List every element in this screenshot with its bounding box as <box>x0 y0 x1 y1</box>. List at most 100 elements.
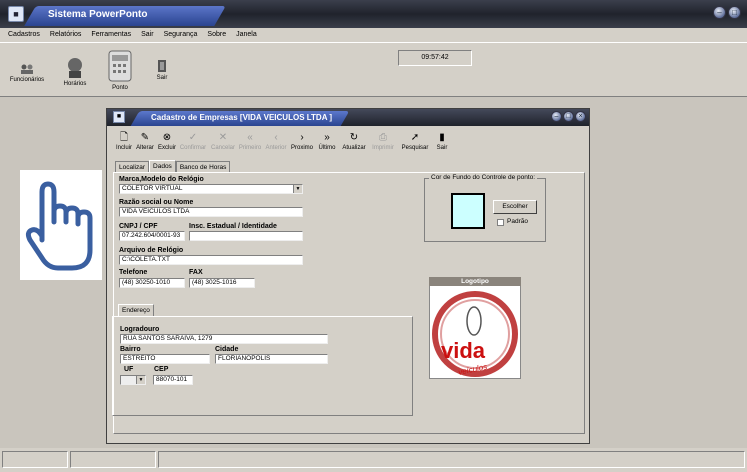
cor-fundo-title: Cor de Fundo do Controle de ponto: <box>429 174 538 181</box>
cidade-input[interactable]: FLORIANOPOLIS <box>215 354 328 364</box>
fax-input[interactable]: (48) 3025-1016 <box>189 278 255 288</box>
child-title-bar: ■ Cadastro de Empresas [VIDA VEICULOS LT… <box>107 109 589 126</box>
inscricao-label: Insc. Estadual / Identidade <box>189 223 277 230</box>
cancelar-button[interactable]: ✕ Cancelar <box>209 131 237 151</box>
people-icon <box>21 64 33 74</box>
bairro-input[interactable]: ESTREITO <box>120 354 210 364</box>
fax-label: FAX <box>189 269 203 276</box>
ponto-label: Ponto <box>112 85 128 91</box>
new-document-icon: 🗋 <box>119 132 129 143</box>
ponto-button[interactable]: Ponto <box>102 49 138 91</box>
app-title: Sistema PowerPonto <box>48 9 148 20</box>
cep-label: CEP <box>154 366 169 373</box>
proximo-button[interactable]: › Proximo <box>289 131 315 151</box>
next-record-icon: › <box>300 132 304 143</box>
status-panel-2 <box>70 451 156 468</box>
printer-icon: ⎙ <box>379 132 387 143</box>
menu-cadastros[interactable]: Cadastros <box>8 28 40 42</box>
escolher-button[interactable]: Escolher <box>493 200 537 214</box>
cancel-x-icon: ✕ <box>218 132 228 143</box>
color-swatch <box>451 193 485 229</box>
child-maximize-icon[interactable]: □ <box>563 111 574 122</box>
child-minimize-icon[interactable]: – <box>551 111 562 122</box>
child-system-icon[interactable]: ■ <box>113 111 125 123</box>
last-record-icon: » <box>324 132 330 143</box>
inscricao-input[interactable] <box>189 231 303 241</box>
menu-janela[interactable]: Janela <box>236 28 257 42</box>
atualizar-button[interactable]: ↻ Atualizar <box>339 131 369 151</box>
refresh-icon: ↻ <box>349 132 359 143</box>
razao-label: Razão social ou Nome <box>119 199 194 206</box>
chevron-down-icon[interactable]: ▼ <box>136 376 145 384</box>
menu-seguranca[interactable]: Segurança <box>164 28 198 42</box>
record-toolbar: 🗋 Incluir ✎ Alterar ⊗ Excluir ✓ Confirmar ✕ C… <box>115 131 585 161</box>
menu-bar: Cadastros Relatórios Ferramentas Sair Se… <box>0 28 747 42</box>
uf-label: UF <box>124 366 134 373</box>
delete-icon: ⊗ <box>162 132 172 143</box>
uf-select[interactable]: ▼ <box>120 375 146 385</box>
app-system-icon[interactable]: ■ <box>8 6 24 22</box>
ultimo-button[interactable]: » Último <box>315 131 339 151</box>
pointing-hand-icon <box>25 181 93 271</box>
status-panel-3 <box>158 451 745 468</box>
excluir-button[interactable]: ⊗ Excluir <box>157 131 177 151</box>
menu-ferramentas[interactable]: Ferramentas <box>91 28 131 42</box>
time-clock-machine-icon <box>108 50 132 82</box>
first-record-icon: « <box>247 132 253 143</box>
primeiro-button[interactable]: «Primeiro <box>237 131 263 151</box>
search-icon: ➚ <box>410 132 420 143</box>
alterar-button[interactable]: ✎ Alterar <box>135 131 155 151</box>
clock-figure-icon <box>68 58 82 78</box>
incluir-button[interactable]: 🗋 Incluir <box>115 131 133 151</box>
clock-display: 09:57:42 <box>398 50 472 66</box>
marca-label: Marca,Modelo do Relógio <box>119 176 204 183</box>
exit-door-icon <box>158 60 166 72</box>
razao-input[interactable]: VIDA VEICULOS LTDA <box>119 207 303 217</box>
main-toolbar: Funcionários Horários Ponto Sair <box>0 42 747 94</box>
arquivo-label: Arquivo de Relógio <box>119 247 184 254</box>
previous-record-icon: ‹ <box>274 132 278 143</box>
cnpj-label: CNPJ / CPF <box>119 223 158 230</box>
logradouro-input[interactable]: RUA SANTOS SARAIVA, 1279 <box>120 334 328 344</box>
logradouro-label: Logradouro <box>120 326 160 333</box>
arquivo-input[interactable]: C:\COLETA.TXT <box>119 255 303 265</box>
anterior-button[interactable]: ‹ Anterior <box>263 131 289 151</box>
exit-door-icon: ▮ <box>439 132 445 143</box>
bairro-label: Bairro <box>120 346 141 353</box>
cidade-label: Cidade <box>215 346 239 353</box>
horarios-label: Horários <box>63 81 87 87</box>
padrao-label: Padrão <box>507 218 528 225</box>
pesquisar-button[interactable]: ➚ Pesquisar <box>399 131 431 151</box>
app-title-bar: ■ Sistema PowerPonto – □ <box>0 0 747 28</box>
status-bar <box>0 448 747 472</box>
imprimir-button[interactable]: ⎙ Imprimir <box>369 131 397 151</box>
chevron-down-icon[interactable]: ▼ <box>293 185 302 193</box>
padrao-checkbox[interactable] <box>497 219 504 226</box>
logo-brand-text: vida <box>441 338 486 363</box>
funcionarios-button[interactable]: Funcionários <box>8 63 46 83</box>
cep-input[interactable]: 88070-101 <box>153 375 193 385</box>
marca-select[interactable]: COLETOR VIRTUAL ▼ <box>119 184 303 194</box>
horarios-button[interactable]: Horários <box>58 57 92 87</box>
child-window-controls: – □ × <box>551 111 586 122</box>
menu-relatorios[interactable]: Relatórios <box>50 28 82 42</box>
sair-label: Sair <box>156 75 168 81</box>
child-title: Cadastro de Empresas [VIDA VEICULOS LTDA… <box>151 113 333 122</box>
cnpj-input[interactable]: 07.242.604/0001-93 <box>119 231 185 241</box>
minimize-icon[interactable]: – <box>713 6 726 19</box>
child-close-icon[interactable]: × <box>575 111 586 122</box>
status-panel-1 <box>2 451 68 468</box>
logotipo-title: Logotipo <box>429 277 521 286</box>
funcionarios-label: Funcionários <box>9 77 45 83</box>
menu-sair[interactable]: Sair <box>141 28 153 42</box>
window-controls: – □ <box>713 6 741 19</box>
telefone-input[interactable]: (48) 30250-1010 <box>119 278 185 288</box>
marca-value: COLETOR VIRTUAL <box>122 185 183 192</box>
hand-logo-panel <box>20 170 102 280</box>
maximize-icon[interactable]: □ <box>728 6 741 19</box>
telefone-label: Telefone <box>119 269 148 276</box>
menu-sobre[interactable]: Sobre <box>207 28 226 42</box>
child-sair-button[interactable]: ▮ Sair <box>433 131 451 151</box>
sair-button[interactable]: Sair <box>150 59 174 81</box>
confirmar-button[interactable]: ✓ Confirmar <box>179 131 207 151</box>
